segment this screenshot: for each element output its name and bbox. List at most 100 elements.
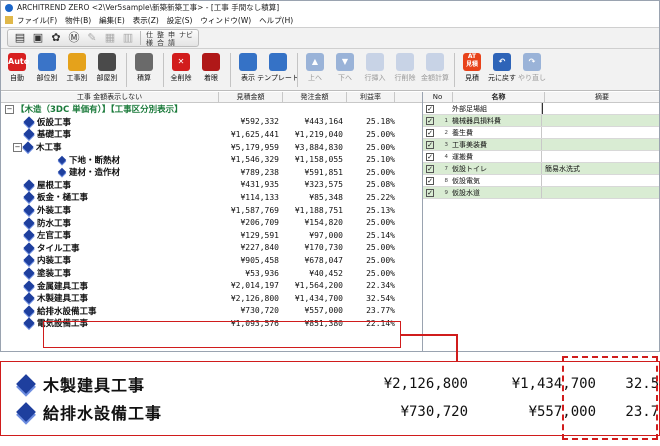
- item-row[interactable]: ✓ 外部足場組: [423, 103, 659, 115]
- menu-file[interactable]: ファイル(F): [17, 14, 57, 27]
- item-row[interactable]: ✓ 3 工事美装費: [423, 139, 659, 151]
- tree-row[interactable]: 仮設工事 ¥592,332 ¥443,164 25.18%: [1, 116, 422, 129]
- menu-property[interactable]: 物件(B): [65, 14, 91, 27]
- diamond-icon: [23, 204, 35, 216]
- consistency-button[interactable]: 整合: [157, 31, 164, 47]
- tree-row[interactable]: 金属建具工事 ¥2,014,197 ¥1,564,200 22.34%: [1, 279, 422, 292]
- toolbar-button-2[interactable]: 工事別: [63, 53, 91, 89]
- header-remark[interactable]: 摘要: [545, 92, 659, 102]
- tree-row[interactable]: 木製建具工事 ¥2,126,800 ¥1,434,700 32.54%: [1, 292, 422, 305]
- tree-row[interactable]: 屋根工事 ¥431,935 ¥323,575 25.08%: [1, 179, 422, 192]
- toolbar-button-16[interactable]: ↷ やり直し: [518, 53, 546, 89]
- row-checkbox[interactable]: ✓: [426, 152, 434, 161]
- toolbar-button-10[interactable]: ▼ 下へ: [331, 53, 359, 89]
- application-button[interactable]: 申請: [168, 31, 175, 47]
- header-order[interactable]: 発注金額: [283, 92, 347, 102]
- row-checkbox[interactable]: ✓: [426, 188, 434, 197]
- tree-row[interactable]: タイル工事 ¥227,840 ¥170,730 25.00%: [1, 242, 422, 255]
- header-work[interactable]: 工事 金額表示しない: [1, 92, 219, 102]
- tree-row[interactable]: 建材・造作材 ¥789,238 ¥591,851 25.00%: [1, 166, 422, 179]
- row-remark[interactable]: [542, 103, 659, 114]
- row-name[interactable]: 工事美装費: [450, 139, 542, 150]
- toolbar-button-13[interactable]: 金額計算: [421, 53, 449, 89]
- toolbar-label: 上へ: [308, 74, 322, 82]
- tree-row[interactable]: 左官工事 ¥129,591 ¥97,000 25.14%: [1, 229, 422, 242]
- header-name[interactable]: 名称: [453, 92, 545, 102]
- header-estimate[interactable]: 見積金額: [219, 92, 283, 102]
- item-row[interactable]: ✓ 7 仮設トイレ 簡易水洗式: [423, 163, 659, 175]
- item-row[interactable]: ✓ 8 仮設電気: [423, 175, 659, 187]
- row-checkbox[interactable]: ✓: [426, 128, 434, 137]
- toolbar-button-5[interactable]: ✕ 全削除: [167, 53, 195, 89]
- menu-view[interactable]: 表示(Z): [133, 14, 159, 27]
- toolbar-button-11[interactable]: 行挿入: [361, 53, 389, 89]
- app-icon: [5, 4, 13, 12]
- row-name[interactable]: 外部足場組: [450, 103, 542, 114]
- row-remark[interactable]: [542, 127, 659, 138]
- tree-row[interactable]: 防水工事 ¥206,709 ¥154,820 25.00%: [1, 216, 422, 229]
- toolbar-button-12[interactable]: 行削除: [391, 53, 419, 89]
- item-row[interactable]: ✓ 9 仮設水道: [423, 187, 659, 199]
- tree-row[interactable]: 内装工事 ¥905,458 ¥678,047 25.00%: [1, 254, 422, 267]
- tree-root[interactable]: − 【木造（3DC 単価有）】【工事区分別表示】: [1, 103, 422, 116]
- gear-icon[interactable]: ✿: [49, 31, 63, 45]
- row-name[interactable]: 運搬費: [450, 151, 542, 162]
- row-no: 3: [444, 141, 449, 148]
- toolbar-icon-15: ↶: [493, 53, 511, 71]
- row-remark[interactable]: [542, 115, 659, 126]
- tree-row[interactable]: − 木工事 ¥5,179,959 ¥3,884,830 25.00%: [1, 141, 422, 154]
- row-remark[interactable]: [542, 187, 659, 198]
- collapse-icon[interactable]: −: [13, 142, 22, 152]
- row-checkbox[interactable]: ✓: [426, 176, 434, 185]
- tool-icon-1[interactable]: ✎: [85, 31, 99, 45]
- collapse-icon[interactable]: −: [5, 104, 14, 114]
- navi-button[interactable]: ナビ: [179, 31, 193, 45]
- row-checkbox[interactable]: ✓: [426, 164, 434, 173]
- row-remark[interactable]: [542, 151, 659, 162]
- tree-row-name: 建材・造作材: [69, 168, 121, 179]
- tool-icon-3[interactable]: ▥: [121, 31, 135, 45]
- row-remark[interactable]: [542, 139, 659, 150]
- tree-row[interactable]: 下地・断熱材 ¥1,546,329 ¥1,158,055 25.10%: [1, 153, 422, 166]
- header-no[interactable]: No: [423, 92, 453, 102]
- row-checkbox[interactable]: ✓: [426, 116, 434, 125]
- row-name[interactable]: 養生費: [450, 127, 542, 138]
- toolbar-button-14[interactable]: AT 見積 見積: [458, 53, 486, 89]
- tool-icon-2[interactable]: ▦: [103, 31, 117, 45]
- row-name[interactable]: 仮設電気: [450, 175, 542, 186]
- toolbar-button-4[interactable]: 積算: [130, 53, 158, 89]
- open-icon[interactable]: ▤: [13, 31, 27, 45]
- header-margin[interactable]: 利益率: [347, 92, 395, 102]
- item-row[interactable]: ✓ 1 機械器具損料費: [423, 115, 659, 127]
- toolbar-button-7[interactable]: 表示: [234, 53, 262, 89]
- tree-row[interactable]: 塗装工事 ¥53,936 ¥40,452 25.00%: [1, 267, 422, 280]
- toolbar-button-0[interactable]: Auto 自動: [3, 53, 31, 89]
- row-name[interactable]: 仮設水道: [450, 187, 542, 198]
- tree-row-name: 板金・樋工事: [37, 193, 89, 204]
- menu-window[interactable]: ウィンドウ(W): [200, 14, 251, 27]
- item-row[interactable]: ✓ 2 養生費: [423, 127, 659, 139]
- row-name[interactable]: 仮設トイレ: [450, 163, 542, 174]
- spec-button[interactable]: 仕様: [146, 31, 153, 47]
- toolbar-button-8[interactable]: テンプレート: [257, 53, 299, 89]
- save-icon[interactable]: ▣: [31, 31, 45, 45]
- row-checkbox[interactable]: ✓: [426, 140, 434, 149]
- toolbar-button-6[interactable]: 着眼: [197, 53, 225, 89]
- row-checkbox[interactable]: ✓: [426, 104, 434, 113]
- menu-help[interactable]: ヘルプ(H): [259, 14, 293, 27]
- circle-m-icon[interactable]: Ⓜ: [67, 31, 81, 45]
- row-name[interactable]: 機械器具損料費: [450, 115, 542, 126]
- row-remark[interactable]: [542, 175, 659, 186]
- row-remark[interactable]: 簡易水洗式: [542, 163, 659, 174]
- tree-row[interactable]: 板金・樋工事 ¥114,133 ¥85,348 25.22%: [1, 191, 422, 204]
- tree-row[interactable]: 給排水設備工事 ¥730,720 ¥557,000 23.77%: [1, 305, 422, 318]
- tree-row[interactable]: 基礎工事 ¥1,625,441 ¥1,219,040 25.00%: [1, 128, 422, 141]
- menu-edit[interactable]: 編集(E): [99, 14, 125, 27]
- menu-settings[interactable]: 設定(S): [167, 14, 193, 27]
- tree-row[interactable]: 外装工事 ¥1,587,769 ¥1,188,751 25.13%: [1, 204, 422, 217]
- toolbar-button-9[interactable]: ▲ 上へ: [301, 53, 329, 89]
- toolbar-button-1[interactable]: 部位別: [33, 53, 61, 89]
- toolbar-button-3[interactable]: 部屋別: [93, 53, 121, 89]
- toolbar-button-15[interactable]: ↶ 元に戻す: [488, 53, 516, 89]
- item-row[interactable]: ✓ 4 運搬費: [423, 151, 659, 163]
